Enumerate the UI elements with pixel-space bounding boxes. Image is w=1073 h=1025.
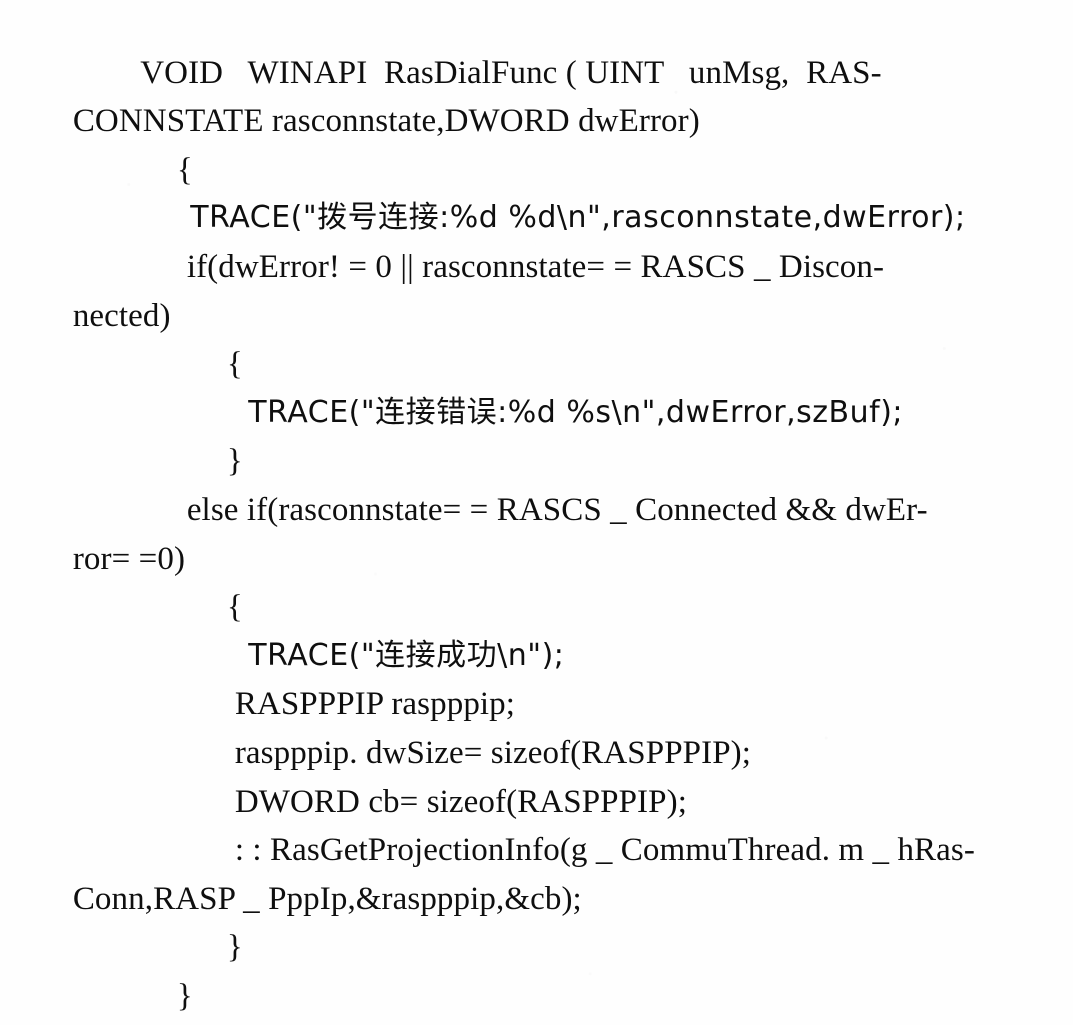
code-line-else-if-connected: else if(rasconnstate= = RASCS _ Connecte…: [0, 437, 1073, 528]
scanned-page: VOID WINAPI RasDialFunc ( UINT unMsg, RA…: [0, 0, 1073, 1025]
code-line-rasgetprojectioninfo: : : RasGetProjectionInfo(g _ CommuThread…: [0, 778, 1073, 868]
code-line-brace-close: }: [0, 923, 1073, 1014]
page-ink-layer: VOID WINAPI RasDialFunc ( UINT unMsg, RA…: [0, 0, 1073, 1025]
code-line-text: }: [176, 977, 193, 1014]
code-line: ror= =0): [0, 486, 1073, 577]
code-line-trace-success: TRACE("连接成功\n");: [0, 583, 1073, 673]
code-line-brace-close: }: [0, 389, 1073, 479]
code-line: CONNSTATE rasconnstate,DWORD dwError): [0, 49, 1073, 139]
code-line-brace-open: {: [0, 535, 1073, 625]
code-line-decl-raspppip: RASPPPIP raspppip;: [0, 632, 1073, 722]
code-line-brace-open: {: [0, 97, 1073, 188]
code-line-assign-dwsize: raspppip. dwSize= sizeof(RASPPPIP);: [0, 680, 1073, 771]
code-listing: VOID WINAPI RasDialFunc ( UINT unMsg, RA…: [0, 0, 1073, 1014]
code-line-brace-open: {: [0, 292, 1073, 382]
code-line-trace-dialing: TRACE("拨号连接:%d %d\n",rasconnstate,dwErro…: [0, 146, 1073, 235]
code-line-brace-close: }: [0, 875, 1073, 965]
code-line: nected): [0, 243, 1073, 334]
code-line: Conn,RASP _ PppIp,&raspppip,&cb);: [0, 826, 1073, 917]
code-line-if-error: if(dwError! = 0 || rasconnstate= = RASCS…: [0, 194, 1073, 285]
code-line-trace-error: TRACE("连接错误:%d %s\n",dwError,szBuf);: [0, 340, 1073, 430]
code-line: VOID WINAPI RasDialFunc ( UINT unMsg, RA…: [0, 0, 1073, 91]
code-line-decl-cb: DWORD cb= sizeof(RASPPPIP);: [0, 729, 1073, 820]
